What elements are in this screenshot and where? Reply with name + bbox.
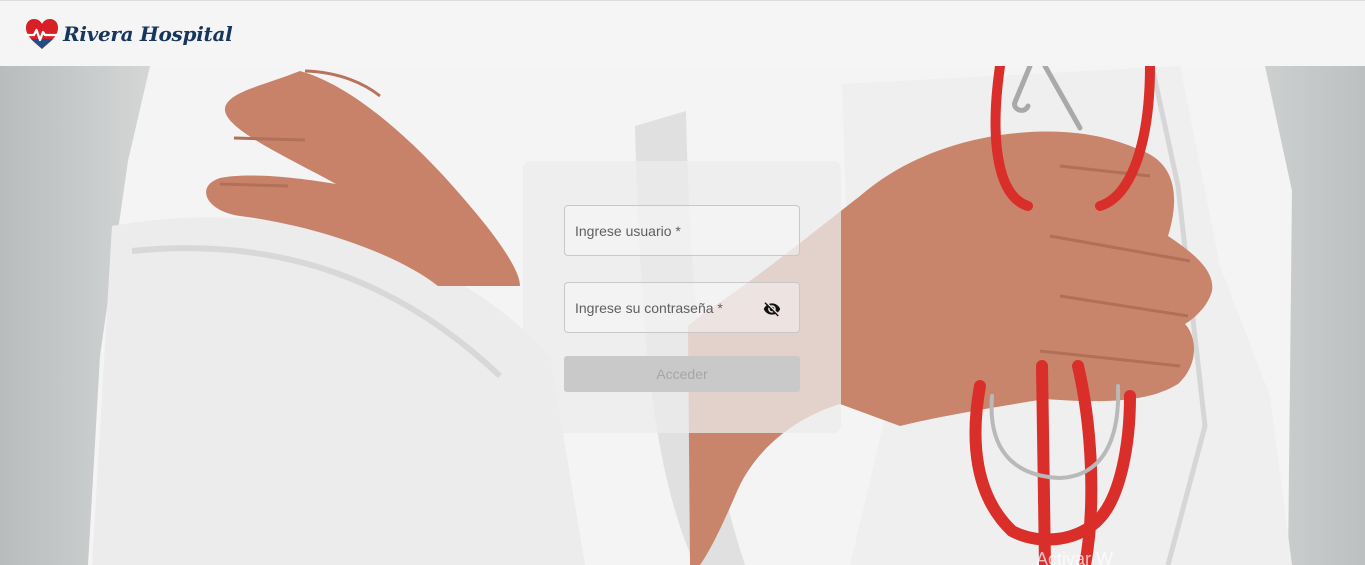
password-input[interactable]: Ingrese su contraseña * — [564, 282, 800, 333]
top-navigation-bar: Rivera Hospital — [0, 0, 1365, 66]
login-form-card: Ingrese usuario * Ingrese su contraseña … — [523, 161, 841, 433]
acceder-button[interactable]: Acceder — [564, 356, 800, 392]
username-input[interactable]: Ingrese usuario * — [564, 205, 800, 256]
eye-off-icon[interactable] — [762, 300, 782, 318]
heart-pulse-logo-icon — [25, 18, 59, 49]
password-placeholder: Ingrese su contraseña * — [575, 299, 723, 316]
brand-logo[interactable]: Rivera Hospital — [24, 18, 233, 50]
windows-activation-watermark: Activar W — [1036, 549, 1114, 565]
username-placeholder: Ingrese usuario * — [575, 222, 681, 239]
brand-name: Rivera Hospital — [63, 21, 233, 46]
